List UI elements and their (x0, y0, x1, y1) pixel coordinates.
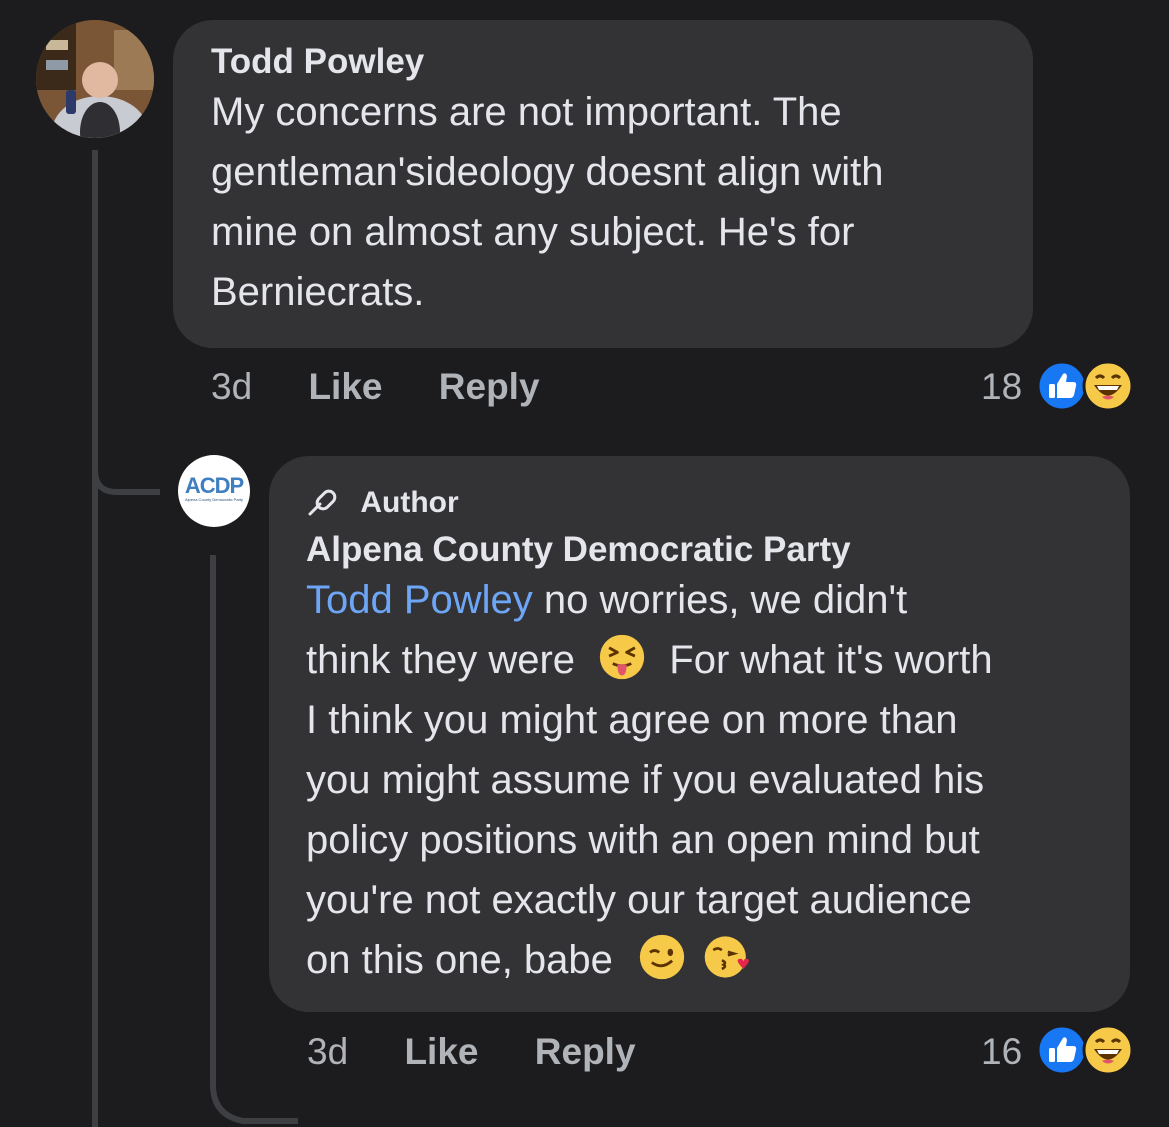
avatar-acdp[interactable]: ACDP Alpena County Democratic Party (178, 455, 250, 527)
reply-reply-button[interactable]: Reply (535, 1031, 636, 1072)
reply-body-line: Todd Powley no worries, we didn't (306, 570, 1130, 630)
like-icon (1036, 360, 1088, 412)
comment-reply-button[interactable]: Reply (439, 366, 540, 407)
microphone-icon (308, 489, 337, 516)
reply-meta: 3d Like Reply (307, 1031, 636, 1073)
comment-bubble: Todd Powley My concerns are not importan… (173, 20, 1033, 348)
reply-bubble: Author Alpena County Democratic Party To… (269, 456, 1130, 1012)
reply-author-name[interactable]: Alpena County Democratic Party (306, 530, 1130, 570)
author-badge: Author (306, 482, 1130, 519)
mention-link[interactable]: Todd Powley (306, 578, 533, 622)
reply-body-line: policy positions with an open mind but (306, 818, 980, 862)
reply-reactions[interactable] (1036, 1024, 1136, 1076)
winking-face-icon (639, 934, 685, 980)
comment-body-line: gentleman'sideology doesnt align with (211, 150, 884, 194)
thread-connector (92, 440, 160, 495)
reply-body-line: on this one, babe (306, 930, 1130, 990)
comment-timestamp[interactable]: 3d (211, 366, 252, 407)
comment-like-button[interactable]: Like (308, 366, 382, 407)
reply-like-button[interactable]: Like (404, 1031, 478, 1072)
reply-body-text: no worries, we didn't (532, 578, 908, 622)
squinting-tongue-face-icon (600, 634, 645, 680)
reply-body-line: you're not exactly our target audience (306, 878, 972, 922)
reply-body-text: on this one, babe (306, 938, 613, 982)
reply-body-text: For what it's worth (669, 638, 993, 682)
comment-author-name[interactable]: Todd Powley (211, 42, 1033, 82)
author-badge-label: Author (360, 486, 459, 519)
laughing-face-icon (1082, 1024, 1134, 1076)
comment-reaction-count[interactable]: 18 (981, 366, 1022, 408)
acdp-logo-subtext: Alpena County Democratic Party (184, 497, 244, 502)
reply-reaction-count[interactable]: 16 (981, 1031, 1022, 1073)
laughing-face-icon (1082, 360, 1134, 412)
comment-reactions[interactable] (1036, 360, 1136, 412)
acdp-logo-text: ACDP (184, 473, 244, 498)
comment-body-line: mine on almost any subject. He's for (211, 210, 855, 254)
reply-body-text: think they were (306, 638, 576, 682)
reply-body-line: you might assume if you evaluated his (306, 758, 985, 802)
comment-meta: 3d Like Reply (211, 366, 540, 408)
face-blowing-kiss-icon (704, 936, 750, 978)
like-icon (1036, 1024, 1088, 1076)
reply-body-line: think they were For what it's worth (306, 630, 1130, 690)
reply-timestamp[interactable]: 3d (307, 1031, 348, 1072)
comment-body-line: My concerns are not important. The (211, 90, 842, 134)
comment-body-line: Berniecrats. (211, 270, 425, 314)
comment-body: My concerns are not important. The gentl… (211, 82, 1033, 322)
reply-body: Todd Powley no worries, we didn't think … (306, 570, 1130, 990)
avatar-todd-powley[interactable] (36, 20, 154, 138)
reply-body-line: I think you might agree on more than (306, 698, 958, 742)
thread-line-main (92, 150, 98, 1127)
